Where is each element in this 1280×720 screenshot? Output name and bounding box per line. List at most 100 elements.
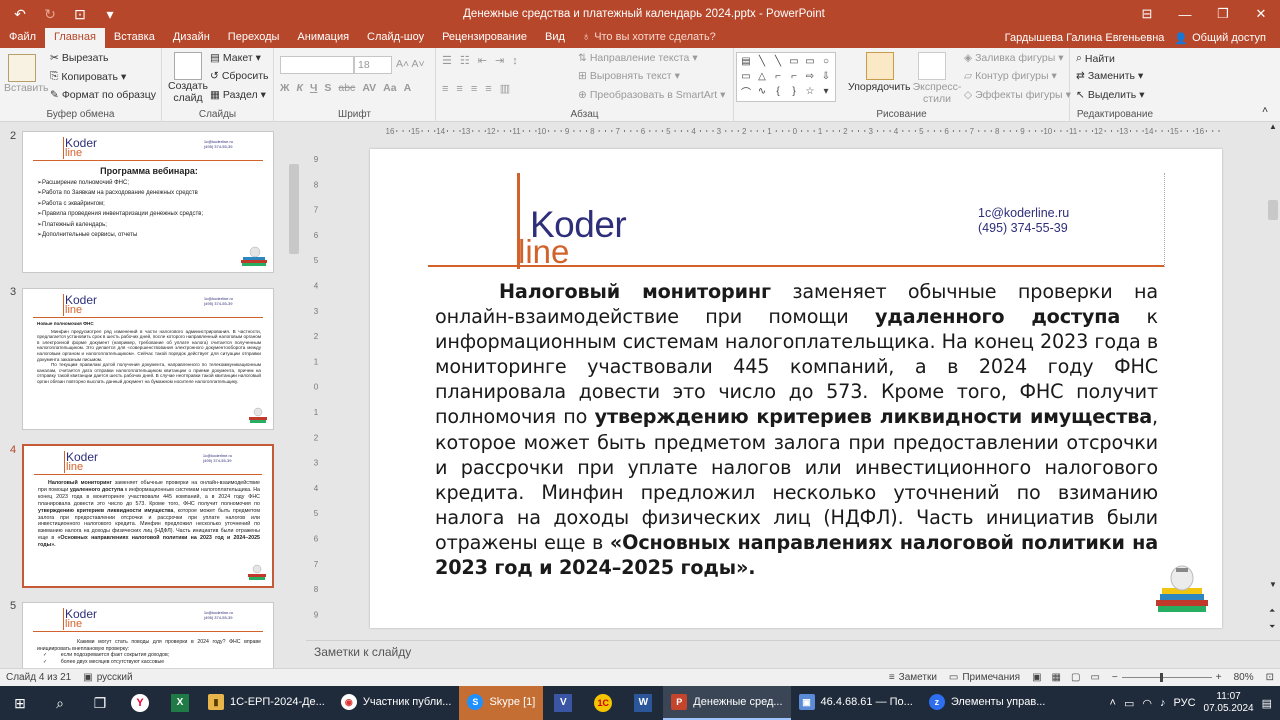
yandex-browser-icon[interactable]: Y [120,686,160,720]
undo-icon[interactable]: ↶ [6,2,34,26]
shape-effects-button[interactable]: ◇ Эффекты фигуры ▾ [964,89,1071,101]
quick-styles-icon[interactable] [918,52,946,80]
paste-icon[interactable] [8,54,36,82]
line-spacing-icon[interactable]: ↕ [512,55,518,67]
text-direction-button[interactable]: ⇅ Направление текста ▾ [578,52,698,64]
slide-canvas[interactable]: Koder line 1c@koderline.ru (495) 374-55-… [370,149,1222,628]
notes-toggle[interactable]: ≡ Заметки [883,672,943,683]
minimize-button[interactable]: — [1166,0,1204,28]
thumbnails-scrollbar[interactable] [287,128,301,664]
replace-button[interactable]: ⇄ Заменить ▾ [1076,70,1143,82]
windows-start-icon[interactable]: ⊞ [0,686,40,720]
grow-font-icon[interactable]: A˄ A˅ [396,58,425,70]
tab-review[interactable]: Рецензирование [433,28,536,48]
zoom-thumb[interactable] [1159,673,1163,682]
ribbon-display-options-icon[interactable]: ⊟ [1128,0,1166,28]
present-icon[interactable]: ⊡ [66,2,94,26]
section-button[interactable]: ▦ Раздел ▾ [210,89,266,101]
slide-scrollbar[interactable]: ▲ ▼ ⏶ ⏷ [1266,122,1280,640]
bullets-icon[interactable]: ☰ [442,54,452,67]
numbering-icon[interactable]: ☷ [460,54,470,67]
share-button[interactable]: 👤 Общий доступ [1174,32,1266,45]
indent-icon[interactable]: ⇤ [478,54,487,67]
slide-thumbnail-2[interactable]: Koder line 1c@koderline.ru (495) 374-55-39… [22,131,274,273]
align-left-icon[interactable]: ≡ [442,83,448,95]
notifications-icon[interactable]: ▤ [1262,697,1272,710]
tab-insert[interactable]: Вставка [105,28,164,48]
layout-button[interactable]: ▤ Макет ▾ [210,52,261,64]
user-name[interactable]: Гардышева Галина Евгеньевна [1005,32,1165,44]
comments-toggle[interactable]: ▭ Примечания [943,672,1026,683]
select-button[interactable]: ↖ Выделить ▾ [1076,89,1145,101]
collapse-ribbon-icon[interactable]: ˄ [1262,104,1268,116]
tray-overflow-icon[interactable]: ˄ [1110,697,1116,709]
slide-sorter-icon[interactable]: ▦ [1052,672,1061,683]
shapes-gallery[interactable]: ▤ ╲ ╲ ▭ ▭ ○ ▭ △ ⌐ ⌐ ⇨ ⇩ ⌒ ∿{} ☆ ▾ [736,52,836,102]
outdent-icon[interactable]: ⇥ [495,54,504,67]
notes-pane[interactable]: Заметки к слайду [306,640,1280,668]
tab-slideshow[interactable]: Слайд-шоу [358,28,433,48]
slide-thumbnail-4[interactable]: Koder line 1c@koderline.ru (495) 374-55-39… [22,444,274,588]
scroll-up-icon[interactable]: ▲ [1269,122,1277,131]
customize-icon[interactable]: ▾ [96,2,124,26]
volume-icon[interactable]: ♪ [1160,697,1166,709]
taskbar-app-remote-desktop[interactable]: ▣ 46.4.68.61 — По... [791,686,921,720]
scroll-down-icon[interactable]: ▼ [1269,580,1277,589]
cut-button[interactable]: ✂ Вырезать [50,52,109,64]
zoom-in-icon[interactable]: + [1216,672,1222,683]
slide-thumbnail-3[interactable]: Koder line 1c@koderline.ru (495) 374-55-39… [22,288,274,430]
slideshow-view-icon[interactable]: ▭ [1090,672,1099,683]
taskbar-app-powerpoint[interactable]: P Денежные сред... [663,686,791,720]
next-slide-icon[interactable]: ⏷ [1269,622,1275,632]
font-size-box[interactable]: 18 [354,56,392,74]
font-format-buttons[interactable]: Ж К Ч S abc AV Aa A [280,82,411,94]
font-name-box[interactable] [280,56,354,74]
new-slide-button[interactable]: Создать слайд [166,80,210,104]
tab-animations[interactable]: Анимация [288,28,358,48]
format-painter-button[interactable]: ✎ Формат по образцу [50,89,156,101]
word-icon[interactable]: W [623,686,663,720]
font-color-button[interactable]: A [404,82,412,94]
battery-icon[interactable]: ▭ [1124,697,1134,710]
tab-design[interactable]: Дизайн [164,28,219,48]
reset-button[interactable]: ↺ Сбросить [210,70,268,82]
taskbar-app-skype[interactable]: S Skype [1] [459,686,544,720]
taskbar-app-zoom[interactable]: z Элементы управ... [921,686,1054,720]
spacing-button[interactable]: AV [362,82,376,94]
taskbar-app-1c[interactable]: ▮ 1С-ЕРП-2024-Де... [200,686,333,720]
arrange-icon[interactable] [866,52,894,80]
columns-icon[interactable]: ▥ [500,82,510,95]
view-buttons[interactable]: ▣ ▦ ▢ ▭ [1026,672,1106,683]
strikethrough-button[interactable]: abc [338,82,355,94]
align-center-icon[interactable]: ≡ [456,83,462,95]
visio-icon[interactable]: V [543,686,583,720]
tell-me-box[interactable]: ♁ Что вы хотите сделать? [582,28,716,48]
maximize-button[interactable]: ❐ [1204,0,1242,28]
tab-transitions[interactable]: Переходы [219,28,289,48]
zoom-level[interactable]: 80% [1228,672,1260,683]
case-button[interactable]: Aa [383,82,396,94]
scrollbar-thumb[interactable] [289,164,299,254]
list-buttons[interactable]: ☰ ☷ ⇤ ⇥ ↕ [442,54,518,68]
previous-slide-icon[interactable]: ⏶ [1269,606,1275,616]
slide-body-text[interactable]: Налоговый мониторинг заменяет обычные пр… [435,279,1158,580]
reading-view-icon[interactable]: ▢ [1071,672,1080,683]
underline-button[interactable]: Ч [310,82,317,94]
shadow-button[interactable]: S [324,82,331,94]
italic-button[interactable]: К [297,82,303,94]
network-icon[interactable]: ◠ [1142,697,1152,710]
language-indicator[interactable]: ▣ русский [77,672,138,683]
new-slide-icon[interactable] [174,52,202,80]
align-right-icon[interactable]: ≡ [471,83,477,95]
zoom-slider[interactable]: − + [1106,672,1228,683]
task-view-icon[interactable]: ❐ [80,686,120,720]
smartart-button[interactable]: ⊕ Преобразовать в SmartArt ▾ [578,89,725,101]
tab-view[interactable]: Вид [536,28,574,48]
scrollbar-thumb[interactable] [1268,200,1278,220]
justify-icon[interactable]: ≡ [485,83,491,95]
slide-thumbnail-5[interactable]: Koder line 1c@koderline.ru (495) 374-55-39… [22,602,274,670]
find-button[interactable]: ⌕ Найти [1076,52,1115,65]
shape-outline-button[interactable]: ▱ Контур фигуры ▾ [964,70,1057,82]
excel-icon[interactable]: X [160,686,200,720]
1c-icon[interactable]: 1С [583,686,623,720]
